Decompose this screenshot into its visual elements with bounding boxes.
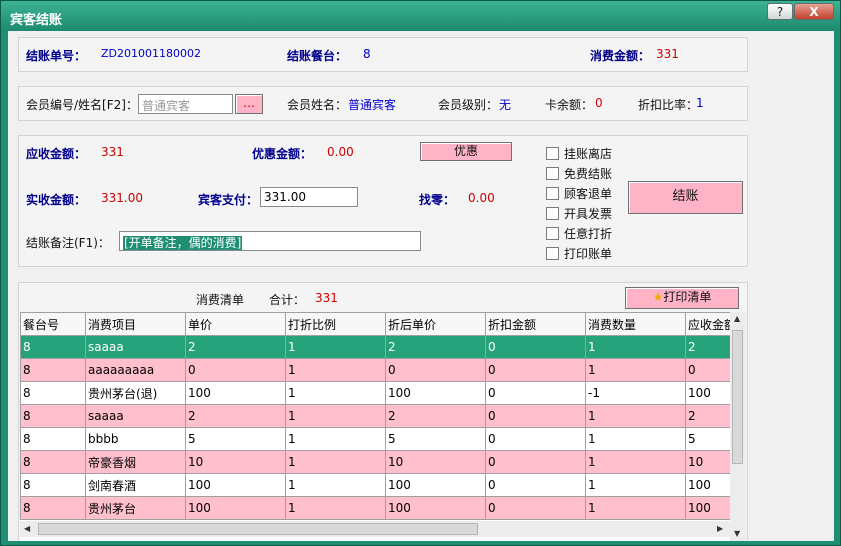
consume-list-panel: 消费清单 合计： 331 ★打印清单 餐台号 消费项目 单价 打折比例 折后单价…	[18, 282, 748, 541]
member-name-label: 会员姓名：	[287, 98, 348, 112]
option-free-checkout[interactable]: 免费结账	[546, 165, 612, 182]
table-row[interactable]: 8 saaaa 2 1 2 0 1 2	[20, 404, 730, 428]
table-row[interactable]: 8 贵州茅台 100 1 100 0 1 100	[20, 496, 730, 520]
col-table-no[interactable]: 餐台号	[20, 312, 86, 336]
checkbox-icon	[546, 227, 559, 240]
option-issue-invoice[interactable]: 开具发票	[546, 205, 612, 222]
consume-table-view: 餐台号 消费项目 单价 打折比例 折后单价 折扣金额 消费数量 应收金额 8sa…	[20, 312, 730, 541]
receivable-amount: 331	[101, 145, 124, 159]
actual-label: 实收金额：	[26, 193, 87, 207]
checkbox-icon	[546, 187, 559, 200]
horizontal-scrollbar[interactable]: ◀ ▶	[20, 521, 730, 537]
change-amount: 0.00	[468, 191, 495, 205]
col-receivable[interactable]: 应收金额	[685, 312, 730, 336]
receivable-label: 应收金额：	[26, 147, 87, 161]
member-panel: 会员编号/姓名[F2]： 普通宾客 ... 会员姓名： 普通宾客 会员级别： 无…	[18, 86, 748, 121]
order-no: ZD201001180002	[101, 47, 201, 60]
checkbox-icon	[546, 147, 559, 160]
card-balance-label: 卡余额：	[545, 98, 594, 112]
table-no: 8	[363, 47, 371, 61]
change-label: 找零：	[419, 193, 456, 207]
table-row[interactable]: 8 剑南春酒 100 1 100 0 1 100	[20, 473, 730, 497]
horizontal-scroll-thumb[interactable]	[38, 523, 478, 535]
remark-input[interactable]: [开单备注，偶的消费]	[119, 231, 421, 251]
consume-label: 消费金额：	[590, 49, 651, 63]
checkout-button[interactable]: 结账	[628, 181, 743, 214]
option-on-account[interactable]: 挂账离店	[546, 145, 612, 162]
col-quantity[interactable]: 消费数量	[585, 312, 686, 336]
help-icon[interactable]: ?	[767, 3, 793, 20]
payment-panel: 应收金额： 331 优惠金额： 0.00 优惠 实收金额： 331.00 宾客支…	[18, 135, 748, 267]
preferential-label: 优惠金额：	[252, 147, 313, 161]
member-level-label: 会员级别：	[438, 98, 499, 112]
col-discount-rate[interactable]: 打折比例	[285, 312, 386, 336]
table-row[interactable]: 8 aaaaaaaaa 0 1 0 0 1 0	[20, 358, 730, 382]
member-level: 无	[499, 98, 512, 112]
member-id-input[interactable]: 普通宾客	[138, 94, 233, 114]
guest-pay-label: 宾客支付：	[198, 193, 259, 207]
table-row[interactable]: 8 帝豪香烟 10 1 10 0 1 10	[20, 450, 730, 474]
star-icon: ★	[652, 290, 664, 304]
table-row[interactable]: 8 bbbb 5 1 5 0 1 5	[20, 427, 730, 451]
scroll-left-icon[interactable]: ◀	[24, 524, 30, 533]
option-print-bill[interactable]: 打印账单	[546, 245, 612, 262]
order-no-label: 结账单号：	[26, 49, 87, 63]
option-any-discount[interactable]: 任意打折	[546, 225, 612, 242]
col-price[interactable]: 单价	[185, 312, 286, 336]
col-item[interactable]: 消费项目	[85, 312, 186, 336]
summary-panel: 结账单号： ZD201001180002 结账餐台： 8 消费金额： 331	[18, 37, 748, 72]
window-title: 宾客结账	[10, 13, 63, 28]
list-total: 331	[315, 291, 338, 305]
consume-amount: 331	[656, 47, 679, 61]
remark-text: [开单备注，偶的消费]	[123, 236, 243, 250]
table-row[interactable]: 8 贵州茅台(退) 100 1 100 0 -1 100	[20, 381, 730, 405]
option-customer-refund[interactable]: 顾客退单	[546, 185, 612, 202]
checkbox-icon	[546, 167, 559, 180]
scroll-up-icon[interactable]: ▲	[734, 314, 740, 323]
print-list-button[interactable]: ★打印清单	[625, 287, 739, 309]
member-browse-button[interactable]: ...	[235, 94, 263, 114]
table-label: 结账餐台：	[287, 49, 348, 63]
member-id-label: 会员编号/姓名[F2]：	[26, 98, 138, 112]
actual-amount: 331.00	[101, 191, 143, 205]
remark-label: 结账备注(F1)：	[26, 236, 110, 250]
guest-pay-input[interactable]: 331.00	[260, 187, 358, 207]
discount-rate-label: 折扣比率：	[638, 98, 699, 112]
scroll-down-icon[interactable]: ▼	[734, 529, 740, 538]
title-bar: 宾客结账 ? X	[1, 1, 840, 31]
preferential-amount: 0.00	[327, 145, 354, 159]
preferential-button[interactable]: 优惠	[420, 142, 512, 161]
client-area: 结账单号： ZD201001180002 结账餐台： 8 消费金额： 331 会…	[8, 31, 834, 541]
close-icon[interactable]: X	[794, 3, 834, 20]
scroll-right-icon[interactable]: ▶	[717, 524, 723, 533]
vertical-scrollbar[interactable]: ▲ ▼	[730, 312, 746, 541]
checkout-window: 宾客结账 ? X 结账单号： ZD201001180002 结账餐台： 8 消费…	[0, 0, 841, 546]
checkbox-icon	[546, 247, 559, 260]
checkbox-icon	[546, 207, 559, 220]
member-name: 普通宾客	[348, 98, 397, 112]
vertical-scroll-thumb[interactable]	[732, 330, 743, 464]
col-discounted-price[interactable]: 折后单价	[385, 312, 486, 336]
list-total-label: 合计：	[269, 293, 306, 307]
card-balance: 0	[595, 96, 603, 110]
table-header: 餐台号 消费项目 单价 打折比例 折后单价 折扣金额 消费数量 应收金额	[20, 312, 730, 336]
table-row[interactable]: 8 saaaa 2 1 2 0 1 2	[20, 335, 730, 359]
list-title: 消费清单	[196, 293, 245, 307]
discount-rate: 1	[696, 96, 704, 110]
consume-table: 餐台号 消费项目 单价 打折比例 折后单价 折扣金额 消费数量 应收金额 8sa…	[20, 312, 730, 520]
col-discount-amount[interactable]: 折扣金额	[485, 312, 586, 336]
